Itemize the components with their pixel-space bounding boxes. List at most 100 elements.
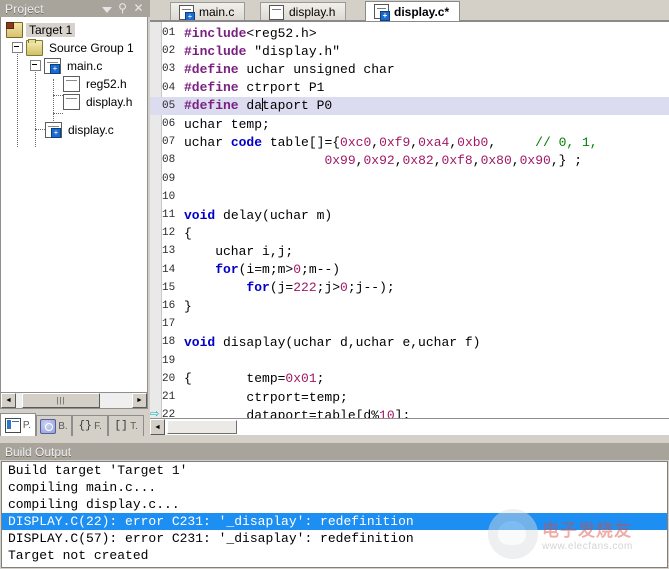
tree-connector <box>53 113 63 114</box>
code-line[interactable]: 08 0x99,0x92,0x82,0xf8,0x80,0x90,} ; <box>150 151 669 169</box>
tree-item-main-c[interactable]: main.c <box>30 57 105 74</box>
scrollbar-thumb[interactable] <box>167 420 237 434</box>
code-line[interactable]: 03 #define uchar unsigned char <box>150 60 669 78</box>
scroll-right-arrow-icon[interactable]: ► <box>132 393 147 408</box>
editor-tab-display-h[interactable]: display.h <box>260 2 347 21</box>
code-text[interactable]: uchar i,j; <box>180 244 293 259</box>
build-output-line-selected[interactable]: DISPLAY.C(22): error C231: '_disaplay': … <box>2 513 667 530</box>
build-output-lines[interactable]: Build target 'Target 1' compiling main.c.… <box>2 462 667 564</box>
code-token: { temp= <box>184 371 286 387</box>
project-horizontal-scrollbar[interactable]: ◄ ||| ► <box>0 393 148 409</box>
build-output-line[interactable]: Target not created <box>2 547 667 564</box>
code-line[interactable]: 19 <box>150 352 669 370</box>
scrollbar-thumb[interactable]: ||| <box>22 393 100 408</box>
code-line[interactable]: 20 { temp=0x01; <box>150 370 669 388</box>
code-text[interactable]: ctrport=temp; <box>180 390 347 405</box>
code-line[interactable]: 06 uchar temp; <box>150 115 669 133</box>
scrollbar-track[interactable] <box>165 419 669 435</box>
code-line[interactable]: 11 void delay(uchar m) <box>150 206 669 224</box>
code-line[interactable]: 09 <box>150 170 669 188</box>
project-panel: Project ⚲ ✕ Target 1 Source Group 1 + ma… <box>0 0 150 443</box>
code-text[interactable]: for(j=222;j>0;j--); <box>180 280 394 295</box>
code-line[interactable]: 12 { <box>150 224 669 242</box>
code-text[interactable]: #define ctrport P1 <box>180 80 324 95</box>
editor-tab-display-c[interactable]: display.c* <box>365 1 461 21</box>
code-line[interactable]: ⇨ 22 dataport=table[d%10]; <box>150 406 669 418</box>
code-token: uchar temp; <box>184 116 270 132</box>
c-source-icon <box>45 121 62 138</box>
tab-functions[interactable]: {} F. <box>72 415 108 436</box>
project-panel-tabs: P. B. {} F. [] T. <box>0 412 150 436</box>
code-token: , <box>433 152 442 168</box>
code-line[interactable]: 02 #include "display.h" <box>150 42 669 60</box>
chevron-down-icon[interactable] <box>102 7 112 13</box>
code-text[interactable]: void delay(uchar m) <box>180 208 332 223</box>
code-token: , <box>371 134 380 150</box>
code-text[interactable]: { <box>180 226 192 241</box>
code-line[interactable]: 15 for(j=222;j>0;j--); <box>150 279 669 297</box>
tree-item-source-group[interactable]: Source Group 1 <box>12 38 137 56</box>
code-token: ctrport P1 <box>238 80 325 96</box>
code-token: #define <box>184 61 239 77</box>
build-output-line[interactable]: Build target 'Target 1' <box>2 462 667 479</box>
line-number: 01 <box>162 27 176 40</box>
line-number: 02 <box>162 45 176 58</box>
code-text[interactable]: uchar code table[]={0xc0,0xf9,0xa4,0xb0,… <box>180 135 598 150</box>
execution-marker-icon: ⇨ <box>150 406 160 418</box>
code-token: , <box>472 152 481 168</box>
scroll-left-arrow-icon[interactable]: ◄ <box>1 393 16 408</box>
code-text[interactable]: { temp=0x01; <box>180 371 324 386</box>
code-line[interactable]: 10 <box>150 188 669 206</box>
scrollbar-track[interactable]: ||| <box>16 393 132 408</box>
code-text[interactable]: void disaplay(uchar d,uchar e,uchar f) <box>180 335 480 350</box>
code-editor[interactable]: 01 #include<reg52.h> 02 #include "display.h… <box>150 21 669 418</box>
functions-icon: {} <box>78 419 92 432</box>
code-line[interactable]: 04 #define ctrport P1 <box>150 79 669 97</box>
code-line[interactable]: 14 for(i=m;m>0;m--) <box>150 261 669 279</box>
tree-item-target[interactable]: Target 1 <box>6 21 76 38</box>
header-icon <box>269 4 284 20</box>
close-icon[interactable]: ✕ <box>133 2 144 14</box>
code-line[interactable]: 07 uchar code table[]={0xc0,0xf9,0xa4,0xb… <box>150 133 669 151</box>
code-token: 0xc0 <box>340 134 372 150</box>
tree-expander-icon[interactable] <box>30 60 41 71</box>
code-text[interactable]: uchar temp; <box>180 117 270 132</box>
code-text[interactable]: #include<reg52.h> <box>180 26 317 41</box>
build-output-panel[interactable]: Build target 'Target 1' compiling main.c.… <box>1 461 668 568</box>
code-text[interactable]: #define uchar unsigned char <box>180 62 395 77</box>
code-text[interactable]: for(i=m;m>0;m--) <box>180 262 340 277</box>
tree-item-display-c[interactable]: display.c <box>45 121 117 138</box>
tree-connector <box>35 129 45 130</box>
code-text[interactable]: 0x99,0x92,0x82,0xf8,0x80,0x90,} ; <box>180 153 582 168</box>
tab-templates[interactable]: [] T. <box>108 415 144 436</box>
code-line[interactable]: 05 #define dataport P0 <box>150 96 669 115</box>
code-text[interactable]: #define dataport P0 <box>180 98 332 113</box>
build-output-titlebar: Build Output <box>0 443 669 460</box>
tab-books[interactable]: B. <box>36 415 72 436</box>
build-output-line[interactable]: DISPLAY.C(57): error C231: '_disaplay': … <box>2 530 667 547</box>
tab-project[interactable]: P. <box>0 413 36 436</box>
line-number: 06 <box>162 118 176 131</box>
code-text[interactable]: } <box>180 299 192 314</box>
tree-expander-icon[interactable] <box>12 42 23 53</box>
code-line[interactable]: 18 void disaplay(uchar d,uchar e,uchar f) <box>150 333 669 351</box>
project-tree[interactable]: Target 1 Source Group 1 main.c reg52.h d… <box>0 17 148 393</box>
editor-tab-main-c[interactable]: main.c <box>170 2 246 22</box>
build-output-line[interactable]: compiling display.c... <box>2 496 667 513</box>
code-text[interactable]: dataport=table[d%10]; <box>180 408 410 418</box>
code-text[interactable]: #include "display.h" <box>180 44 340 59</box>
editor-horizontal-scrollbar[interactable]: ◄ <box>150 418 669 435</box>
tree-item-reg52-h[interactable]: reg52.h <box>63 75 130 92</box>
scroll-left-arrow-icon[interactable]: ◄ <box>150 419 165 435</box>
code-line[interactable]: 13 uchar i,j; <box>150 242 669 260</box>
code-line[interactable]: 01 #include<reg52.h> <box>150 24 669 42</box>
code-token: dataport=table[d% <box>184 407 380 418</box>
code-line[interactable]: 17 <box>150 315 669 333</box>
pin-icon[interactable]: ⚲ <box>117 2 128 14</box>
line-number: 07 <box>162 136 176 149</box>
code-line[interactable]: 16} <box>150 297 669 315</box>
code-line[interactable]: 21 ctrport=temp; <box>150 388 669 406</box>
tree-item-display-h[interactable]: display.h <box>63 93 135 110</box>
build-output-line[interactable]: compiling main.c... <box>2 479 667 496</box>
tree-connector <box>17 43 18 147</box>
